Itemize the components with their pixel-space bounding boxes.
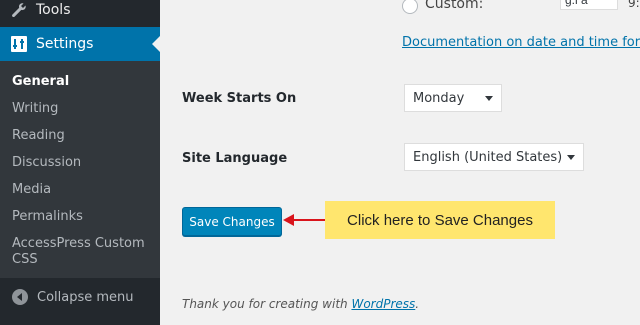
admin-sidebar: Tools Settings General Writing Reading D… xyxy=(0,0,160,325)
save-changes-button[interactable]: Save Changes xyxy=(182,207,282,236)
instruction-callout: Click here to Save Changes xyxy=(325,201,555,239)
week-starts-on-select[interactable]: Monday xyxy=(404,84,502,112)
submenu-item-media[interactable]: Media xyxy=(12,182,51,198)
menu-item-settings[interactable]: Settings xyxy=(0,27,160,61)
current-menu-arrow xyxy=(152,36,160,52)
settings-submenu: General Writing Reading Discussion Media… xyxy=(0,61,160,278)
wrench-icon xyxy=(9,0,29,20)
submenu-item-general[interactable]: General xyxy=(12,74,69,90)
week-starts-on-value: Monday xyxy=(413,90,465,106)
menu-label-tools: Tools xyxy=(36,2,71,18)
submenu-item-reading[interactable]: Reading xyxy=(12,128,65,144)
submenu-item-accesspress-custom-css[interactable]: AccessPress Custom CSS xyxy=(12,236,147,268)
site-language-value: English (United States) xyxy=(413,149,563,165)
submenu-item-writing[interactable]: Writing xyxy=(12,101,58,117)
week-starts-on-label: Week Starts On xyxy=(182,91,297,106)
submenu-item-discussion[interactable]: Discussion xyxy=(12,155,81,171)
custom-format-label: Custom: xyxy=(425,0,484,12)
custom-format-radio[interactable] xyxy=(402,0,418,14)
chevron-down-icon xyxy=(567,155,575,160)
pointer-arrow-icon xyxy=(283,214,325,226)
footer-text: Thank you for creating with WordPress. xyxy=(182,297,419,311)
custom-format-input[interactable] xyxy=(560,0,618,10)
site-language-select[interactable]: English (United States) xyxy=(404,143,584,171)
footer-suffix: . xyxy=(415,297,420,311)
site-language-label: Site Language xyxy=(182,151,288,166)
menu-item-tools[interactable]: Tools xyxy=(0,0,160,27)
documentation-link[interactable]: Documentation on date and time form xyxy=(402,35,640,50)
collapse-menu-button[interactable]: Collapse menu xyxy=(0,278,160,316)
collapse-icon xyxy=(12,289,28,305)
chevron-down-icon xyxy=(485,96,493,101)
wordpress-link[interactable]: WordPress xyxy=(351,297,415,311)
footer-thanks: Thank you for creating with xyxy=(182,297,352,311)
menu-label-settings: Settings xyxy=(36,36,94,52)
settings-icon xyxy=(9,34,29,54)
settings-main: Custom: 9: Documentation on date and tim… xyxy=(160,0,640,325)
custom-format-preview: 9: xyxy=(628,0,640,10)
collapse-menu-label: Collapse menu xyxy=(37,289,134,305)
submenu-item-permalinks[interactable]: Permalinks xyxy=(12,209,83,225)
